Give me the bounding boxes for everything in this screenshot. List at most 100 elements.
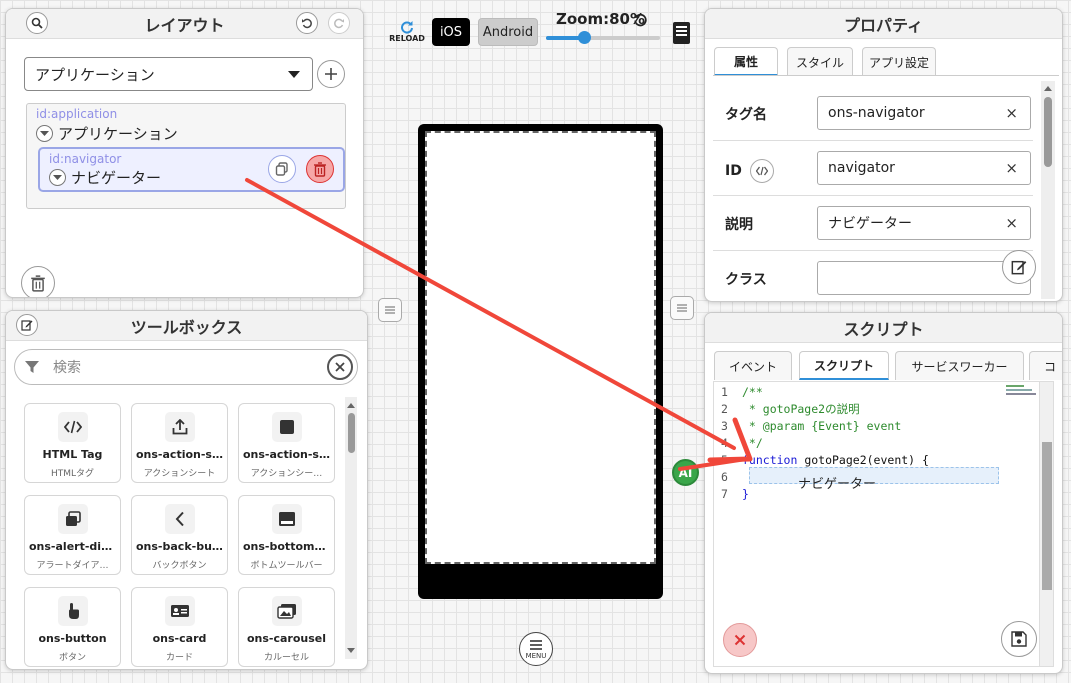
undo-button[interactable] <box>296 12 318 34</box>
code-text: * @param {Event} event <box>742 419 902 433</box>
scroll-down-icon <box>347 648 355 653</box>
code-line: 2 * gotoPage2の説明 <box>714 401 1004 418</box>
chevron-down-icon[interactable] <box>49 169 66 186</box>
toolbox-scrollbar[interactable] <box>345 397 357 659</box>
clear-icon[interactable]: × <box>1005 159 1018 177</box>
prop-row-description: 説明 ナビゲーター × <box>713 196 1033 251</box>
menu-label: MENU <box>525 652 547 660</box>
property-panel-header: プロパティ <box>705 9 1062 39</box>
tree-node-navigator[interactable]: id:navigator ナビゲーター <box>38 147 345 192</box>
cancel-script-button[interactable] <box>723 623 757 657</box>
chevron-down-icon[interactable] <box>36 125 53 142</box>
document-icon[interactable] <box>672 21 691 45</box>
tool-card[interactable]: ons-carousel カルーセル <box>238 587 335 667</box>
tool-card[interactable]: HTML Tag HTMLタグ <box>24 403 121 483</box>
tree-node-application[interactable]: id:application アプリケーション id:navigator ナビゲ… <box>26 103 346 209</box>
add-page-button[interactable] <box>317 60 345 88</box>
toolbar-icon <box>271 504 302 534</box>
filter-icon <box>25 361 39 373</box>
layout-panel-header: レイアウト <box>6 9 363 39</box>
toolbox-search-field[interactable]: 検索 <box>14 349 358 385</box>
toolbox-panel: ツールボックス 検索 HTML Tag HTMLタグ ons-action-sh… ア… <box>5 310 368 670</box>
tool-card[interactable]: ons-back-butt… バックボタン <box>131 495 228 575</box>
line-number: 3 <box>721 419 728 433</box>
property-scrollbar[interactable] <box>1041 81 1055 299</box>
android-button[interactable]: Android <box>478 18 538 46</box>
code-line: 3 * @param {Event} event <box>714 418 1004 435</box>
square-icon <box>271 412 302 442</box>
chevron-left-icon <box>164 504 195 534</box>
tab-attributes[interactable]: 属性 <box>714 47 778 76</box>
reload-button[interactable]: RELOAD <box>389 20 425 43</box>
tool-subtitle: アクションシー… <box>250 469 323 479</box>
tab-app-settings[interactable]: アプリ設定 <box>862 47 936 76</box>
close-icon <box>734 634 746 646</box>
id-field[interactable]: navigator × <box>817 151 1031 185</box>
tag-name-field[interactable]: ons-navigator × <box>817 96 1031 130</box>
tool-card[interactable]: ons-action-sh… アクションシー… <box>238 403 335 483</box>
code-icon[interactable] <box>749 159 774 183</box>
line-number: 1 <box>721 385 728 399</box>
field-value: ons-navigator <box>828 105 925 121</box>
tool-card[interactable]: ons-bottom-t… ボトムツールバー <box>238 495 335 575</box>
phone-screen[interactable] <box>425 131 656 564</box>
edit-toolbox-button[interactable] <box>16 314 38 336</box>
ios-button[interactable]: iOS <box>432 18 470 46</box>
left-panel-toggle[interactable] <box>378 298 402 322</box>
tab-service-worker[interactable]: サービスワーカー <box>895 351 1024 380</box>
tree-node-label-row: ナビゲーター <box>49 167 161 188</box>
tab-label: イベント <box>728 359 777 374</box>
tool-title: ons-alert-dialog <box>29 540 120 553</box>
duplicate-button[interactable] <box>268 155 296 183</box>
prop-label-text: クラス <box>725 272 767 288</box>
tool-card[interactable]: ons-button ボタン <box>24 587 121 667</box>
layout-select[interactable]: アプリケーション <box>24 57 313 91</box>
prop-label-text: 説明 <box>725 217 753 233</box>
tool-card[interactable]: ons-action-sh… アクションシート <box>131 403 228 483</box>
code-text: function gotoPage2(event) { <box>742 453 929 467</box>
scrollbar-thumb[interactable] <box>348 413 355 453</box>
code-line: 4 */ <box>714 435 1004 452</box>
description-field[interactable]: ナビゲーター × <box>817 206 1031 240</box>
save-script-button[interactable] <box>1001 621 1037 657</box>
redo-button[interactable] <box>328 12 350 34</box>
clear-icon[interactable]: × <box>1005 214 1018 232</box>
zoom-slider-thumb[interactable] <box>578 31 591 44</box>
ai-assist-button[interactable]: AI <box>672 459 699 486</box>
tab-style[interactable]: スタイル <box>787 47 853 76</box>
scrollbar-thumb[interactable] <box>1042 442 1052 590</box>
scrollbar-thumb[interactable] <box>1044 97 1052 167</box>
undo-icon <box>302 18 312 29</box>
search-button[interactable] <box>26 12 48 34</box>
zoom-reset-icon[interactable] <box>633 12 648 27</box>
clear-icon[interactable]: × <box>1005 104 1018 122</box>
menu-button[interactable]: MENU <box>519 632 553 666</box>
delete-node-button[interactable] <box>306 155 334 183</box>
class-field[interactable] <box>817 261 1031 295</box>
property-panel-title: プロパティ <box>843 15 924 35</box>
tab-label: 属性 <box>733 54 758 69</box>
tool-card[interactable]: ons-card カード <box>131 587 228 667</box>
tool-subtitle: ボタン <box>58 653 86 663</box>
tool-subtitle: カード <box>165 653 193 663</box>
tool-title: ons-back-butt… <box>136 540 227 553</box>
prop-label: 説明 <box>725 214 753 234</box>
tab-events[interactable]: イベント <box>714 351 792 380</box>
tab-script[interactable]: スクリプト <box>799 351 889 380</box>
trash-icon <box>314 161 326 177</box>
right-panel-toggle[interactable] <box>670 296 694 320</box>
tab-label: スタイル <box>795 55 844 70</box>
zoom-slider[interactable] <box>546 31 660 44</box>
clear-search-button[interactable] <box>327 354 353 380</box>
trash-button[interactable] <box>21 266 55 297</box>
script-panel-header: スクリプト <box>705 313 1062 343</box>
tool-title: ons-action-sh… <box>243 448 334 461</box>
tool-card[interactable]: ons-alert-dialog アラートダイア… <box>24 495 121 575</box>
code-scrollbar[interactable] <box>1039 382 1053 666</box>
edit-properties-button[interactable] <box>1002 250 1036 284</box>
tool-title: ons-action-sh… <box>136 448 227 461</box>
tab-more[interactable]: コ <box>1029 351 1062 380</box>
layout-select-value: アプリケーション <box>35 65 155 84</box>
tab-divider <box>713 75 1059 76</box>
code-editor[interactable]: 1/** 2 * gotoPage2の説明 3 * @param {Event} e… <box>713 381 1054 667</box>
